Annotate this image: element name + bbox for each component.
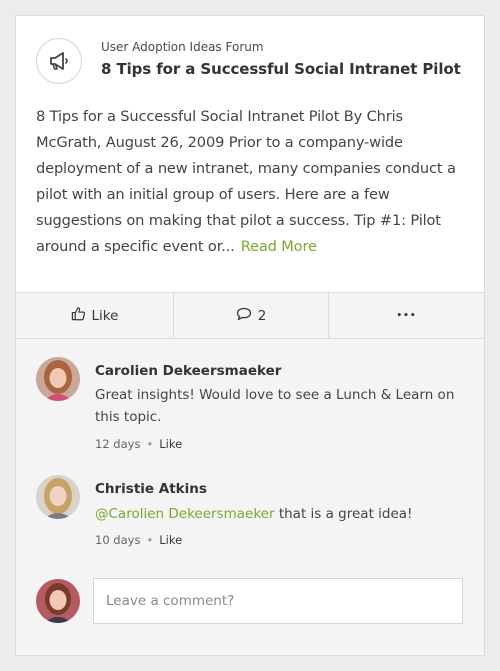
like-label: Like	[91, 307, 119, 324]
comment-count: 2	[257, 307, 267, 324]
comment-text-body: that is a great idea!	[274, 506, 413, 522]
post-content: User Adoption Ideas Forum 8 Tips for a S…	[16, 16, 484, 293]
comment-author[interactable]: Carolien Dekeersmaeker	[95, 363, 281, 379]
comment-bubble-icon	[236, 307, 252, 325]
comments-button[interactable]: 2	[173, 293, 328, 338]
comment-input[interactable]	[93, 578, 463, 624]
post-card: User Adoption Ideas Forum 8 Tips for a S…	[15, 15, 485, 656]
megaphone-icon	[36, 38, 82, 84]
comment-like-button[interactable]: Like	[159, 533, 182, 547]
comment-meta: 10 days • Like	[95, 533, 182, 547]
separator-dot: •	[146, 533, 154, 547]
post-excerpt-text: 8 Tips for a Successful Social Intranet …	[36, 108, 456, 255]
current-user-avatar	[36, 579, 80, 623]
more-dots-icon: •••	[396, 310, 417, 321]
avatar[interactable]	[36, 357, 80, 401]
forum-name[interactable]: User Adoption Ideas Forum	[101, 40, 264, 54]
post-excerpt: 8 Tips for a Successful Social Intranet …	[36, 104, 468, 260]
thumbs-up-icon	[71, 306, 86, 325]
user-mention-link[interactable]: @Carolien Dekeersmaeker	[95, 506, 275, 522]
comment-list: Carolien Dekeersmaeker Great insights! W…	[16, 339, 484, 555]
comment-text: Great insights! Would love to see a Lunc…	[95, 387, 455, 425]
more-options-button[interactable]: •••	[328, 293, 484, 338]
post-title[interactable]: 8 Tips for a Successful Social Intranet …	[101, 60, 461, 78]
comment-text: @Carolien Dekeersmaeker that is a great …	[95, 503, 470, 525]
post-actions: Like 2 •••	[16, 293, 484, 339]
like-button[interactable]: Like	[16, 293, 173, 338]
comment-item: Carolien Dekeersmaeker Great insights! W…	[16, 339, 484, 451]
avatar[interactable]	[36, 475, 80, 519]
comment-author[interactable]: Christie Atkins	[95, 481, 207, 497]
read-more-link[interactable]: Read More	[241, 238, 317, 255]
comment-time: 10 days	[95, 533, 141, 547]
comment-item: Christie Atkins @Carolien Dekeersmaeker …	[16, 447, 484, 555]
